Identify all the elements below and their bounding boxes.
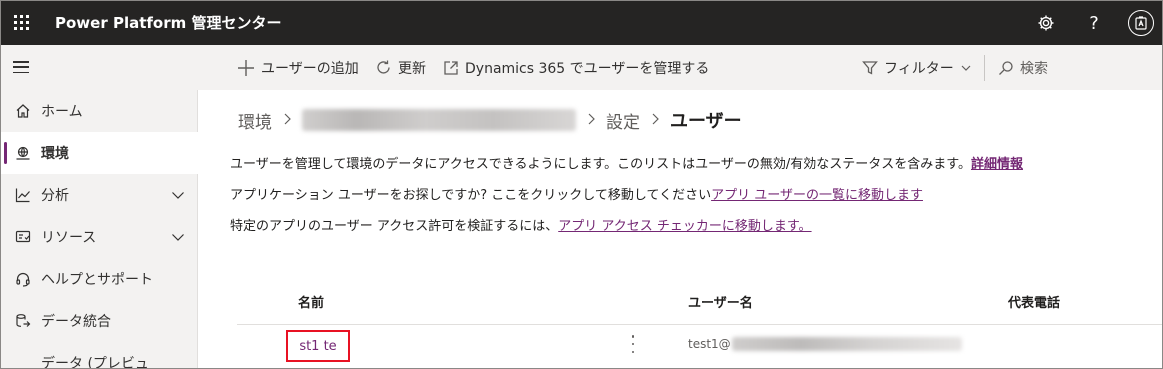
nav-label: 環境 <box>41 146 69 162</box>
learn-more-link[interactable]: 詳細情報 <box>971 157 1023 172</box>
add-user-label: ユーザーの追加 <box>261 60 359 77</box>
info-line-app-users: アプリケーション ユーザーをお探しですか? ここをクリックして移動してくださいア… <box>230 184 923 203</box>
nav-label: ヘルプとサポート <box>41 272 153 288</box>
open-external-icon <box>443 60 459 76</box>
refresh-icon <box>375 59 392 76</box>
nav-item-data-preview[interactable]: データ (プレビュ <box>1 342 198 369</box>
nav-label: 分析 <box>41 188 69 204</box>
column-header-main-phone[interactable]: 代表電話 <box>1008 292 1060 311</box>
search-icon <box>998 60 1014 76</box>
chevron-right-icon <box>282 111 292 130</box>
column-header-name[interactable]: 名前 <box>298 292 324 311</box>
user-email: test1@ <box>688 337 962 351</box>
breadcrumb-environment-name-redacted[interactable] <box>302 109 576 131</box>
settings-icon[interactable] <box>1032 9 1060 37</box>
app-window: Power Platform 管理センター ? ユーザーの追加 更新 Dynam… <box>0 0 1163 369</box>
nav-label: リソース <box>41 230 97 246</box>
help-glyph: ? <box>1089 12 1099 34</box>
page-title: ユーザー <box>670 111 742 132</box>
environment-icon <box>14 144 32 162</box>
info-text: ユーザーを管理して環境のデータにアクセスできるようにします。このリストはユーザー… <box>230 157 971 172</box>
command-divider <box>984 55 985 81</box>
filter-icon <box>862 60 878 76</box>
chevron-down-icon[interactable] <box>171 189 185 205</box>
more-options-icon[interactable] <box>630 335 636 353</box>
nav-item-analytics[interactable]: 分析 <box>1 174 198 216</box>
left-nav: ホーム 環境 分析 リソース ヘルプとサポート データ統合 データ (プレビュ <box>1 90 198 369</box>
breadcrumb-settings[interactable]: 設定 <box>606 108 640 133</box>
headset-icon <box>14 270 32 288</box>
top-bar: Power Platform 管理センター ? <box>1 1 1162 45</box>
nav-item-help-support[interactable]: ヘルプとサポート <box>1 258 198 300</box>
avatar <box>1128 10 1154 36</box>
app-title: Power Platform 管理センター <box>55 14 282 32</box>
data-preview-icon <box>14 354 32 368</box>
column-header-username[interactable]: ユーザー名 <box>688 292 753 311</box>
home-icon <box>14 102 32 120</box>
nav-label: データ統合 <box>41 314 111 330</box>
analytics-icon <box>14 186 32 204</box>
search-placeholder: 検索 <box>1020 60 1048 77</box>
waffle-icon[interactable] <box>12 13 32 33</box>
nav-item-environment[interactable]: 環境 <box>1 132 198 174</box>
filter-button[interactable]: フィルター <box>862 45 972 90</box>
resources-icon <box>14 228 32 246</box>
breadcrumb-environments[interactable]: 環境 <box>238 108 272 133</box>
manage-in-dynamics-label: Dynamics 365 でユーザーを管理する <box>465 60 710 77</box>
help-icon[interactable]: ? <box>1080 9 1108 37</box>
hamburger-menu-icon[interactable] <box>12 58 30 76</box>
nav-item-data-integration[interactable]: データ統合 <box>1 300 198 342</box>
breadcrumb: 環境 設定 ユーザー <box>238 106 742 134</box>
chevron-down-icon[interactable] <box>171 231 185 247</box>
app-users-link[interactable]: アプリ ユーザーの一覧に移動します <box>711 188 923 203</box>
user-name-link[interactable]: st1 te <box>286 330 350 362</box>
user-email-redacted <box>731 337 962 351</box>
user-email-prefix: test1@ <box>688 337 731 351</box>
user-name-text: st1 te <box>299 338 337 354</box>
info-line-description: ユーザーを管理して環境のデータにアクセスできるようにします。このリストはユーザー… <box>230 153 1023 172</box>
nav-item-home[interactable]: ホーム <box>1 90 198 132</box>
command-bar: ユーザーの追加 更新 Dynamics 365 でユーザーを管理する フィルター… <box>1 45 1162 90</box>
table-header-divider <box>237 324 1162 325</box>
add-user-button[interactable]: ユーザーの追加 <box>237 45 359 90</box>
chevron-right-icon <box>650 111 660 130</box>
manage-in-dynamics-button[interactable]: Dynamics 365 でユーザーを管理する <box>443 45 709 90</box>
nav-label: ホーム <box>41 104 83 120</box>
search-box[interactable]: 検索 <box>998 45 1048 90</box>
nav-label: データ (プレビュ <box>41 356 149 369</box>
plus-icon <box>237 59 255 77</box>
chevron-down-icon <box>960 62 972 74</box>
refresh-label: 更新 <box>398 60 426 77</box>
access-checker-link[interactable]: アプリ アクセス チェッカーに移動します。 <box>558 219 811 234</box>
main-content: 環境 設定 ユーザー ユーザーを管理して環境のデータにアクセスできるようにします… <box>198 90 1162 368</box>
info-text: 特定のアプリのユーザー アクセス許可を検証するには、 <box>230 219 559 234</box>
info-line-access-checker: 特定のアプリのユーザー アクセス許可を検証するには、アプリ アクセス チェッカー… <box>230 215 812 234</box>
nav-item-resources[interactable]: リソース <box>1 216 198 258</box>
filter-label: フィルター <box>884 60 954 77</box>
refresh-button[interactable]: 更新 <box>375 45 426 90</box>
avatar-icon[interactable] <box>1127 9 1155 37</box>
data-integration-icon <box>14 312 32 330</box>
info-text: アプリケーション ユーザーをお探しですか? ここをクリックして移動してください <box>230 188 712 203</box>
chevron-right-icon <box>586 111 596 130</box>
